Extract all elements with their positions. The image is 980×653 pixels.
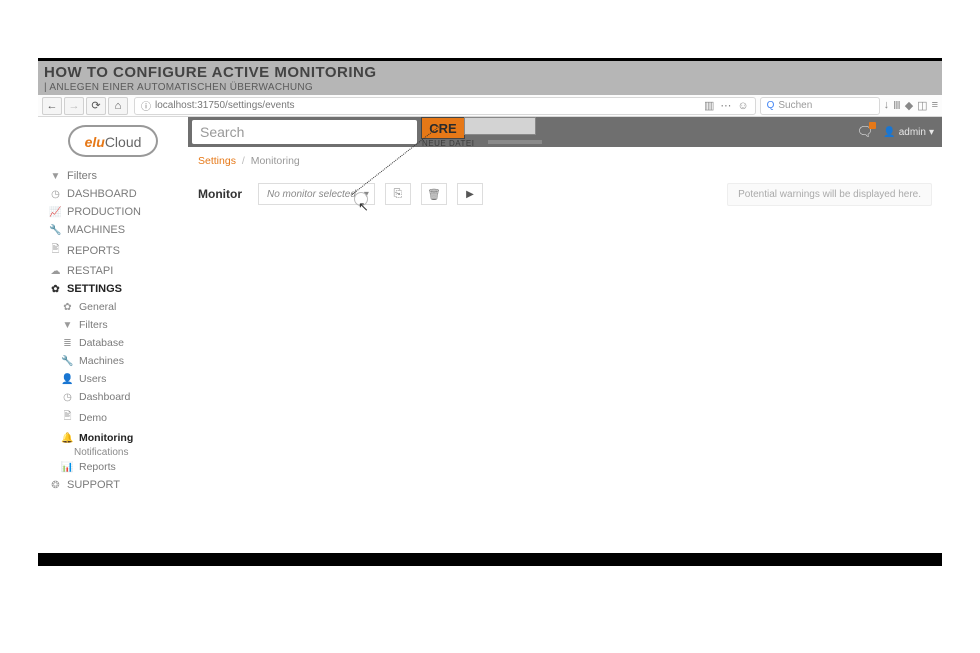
tutorial-banner: HOW TO CONFIGURE ACTIVE MONITORING | ANL… [38,61,942,95]
app-header: Search CRE NEUE DATEI 🗨 👤 admin ▾ [188,117,942,147]
notification-icon[interactable]: 🗨 [857,124,874,140]
forward-button[interactable]: → [64,97,84,115]
chevron-down-icon: ▾ [929,127,934,138]
shield-icon[interactable]: ▥ [704,99,714,112]
secondary-tab[interactable] [464,117,536,135]
sidebar-item-restapi[interactable]: ☁RESTAPI [38,262,188,280]
user-name: admin [899,127,926,138]
sidebar-item-production[interactable]: 📈PRODUCTION [38,203,188,221]
trash-icon: 🗑 [427,188,441,201]
sidebar-sub-general[interactable]: ✿General [38,298,188,316]
browser-toolbar: ← → ⟳ ⌂ ⓘ localhost:31750/settings/event… [38,95,942,117]
sidebar-item-support[interactable]: ❂SUPPORT [38,476,188,494]
chart-icon: 📊 [62,462,73,473]
ext-icon-3[interactable]: ◆ [905,99,913,112]
ext-icon-1[interactable]: ↓ [884,99,890,112]
sidebar-item-filters[interactable]: ▼Filters [38,167,188,185]
main-panel: Search CRE NEUE DATEI 🗨 👤 admin ▾ [188,117,942,549]
banner-title: HOW TO CONFIGURE ACTIVE MONITORING [44,64,936,81]
cloud-icon: ☁ [50,266,61,277]
sidebar-sub-machines[interactable]: 🔧Machines [38,352,188,370]
user-icon: 👤 [883,127,895,138]
sidebar-sub-users[interactable]: 👤Users [38,370,188,388]
sidebar-item-dashboard[interactable]: ◷DASHBOARD [38,185,188,203]
wrench-icon: 🔧 [50,225,61,236]
doc-icon: 🖹 [62,409,73,426]
funnel-icon: ▼ [62,320,73,331]
sidebar: eluCloud ▼Filters ◷DASHBOARD 📈PRODUCTION… [38,117,188,549]
app-search-input[interactable]: Search [192,120,417,144]
user-menu[interactable]: 👤 admin ▾ [883,127,934,138]
database-icon: ≣ [62,338,73,349]
add-icon: ⎘ [394,188,403,201]
home-button[interactable]: ⌂ [108,97,128,115]
annotation-ring [354,192,368,206]
play-icon: ▶ [466,189,474,200]
sidebar-item-settings[interactable]: ✿SETTINGS [38,280,188,298]
sidebar-sub-dashboard[interactable]: ◷Dashboard [38,388,188,406]
sidebar-sub-filters[interactable]: ▼Filters [38,316,188,334]
logo-part2: Cloud [105,134,142,150]
doc-icon: 🖹 [50,242,61,259]
gauge-icon: ◷ [62,392,73,403]
sidebar-toggle-icon[interactable]: ◫ [917,99,927,112]
reader-icon[interactable]: ☺ [737,100,748,112]
wrench-icon: 🔧 [62,356,73,367]
sidebar-sub-database[interactable]: ≣Database [38,334,188,352]
warnings-placeholder: Potential warnings will be displayed her… [727,183,932,206]
breadcrumb: Settings / Monitoring [188,147,942,175]
browser-search[interactable]: Q Suchen [760,97,880,115]
breadcrumb-current: Monitoring [251,155,300,167]
sidebar-sub-demo[interactable]: 🖹Demo [38,406,188,429]
monitor-add-button[interactable]: ⎘ [385,183,411,205]
monitor-label: Monitor [198,183,248,201]
user-icon: 👤 [62,374,73,385]
lifebuoy-icon: ❂ [50,480,61,491]
sidebar-item-machines[interactable]: 🔧MACHINES [38,221,188,239]
logo-part1: elu [85,134,105,150]
bell-icon: 🔔 [62,433,73,444]
reload-button[interactable]: ⟳ [86,97,106,115]
breadcrumb-sep: / [242,155,245,167]
monitor-run-button[interactable]: ▶ [457,183,483,205]
tab-accent [488,140,542,144]
sidebar-sub-notifications[interactable]: Notifications [38,447,188,458]
sidebar-sub-monitoring[interactable]: 🔔Monitoring [38,429,188,447]
back-button[interactable]: ← [42,97,62,115]
monitor-toolbar: Monitor No monitor selected ⎘ 🗑 ▶ Potent… [188,175,942,214]
browser-extensions: ↓ Ⅲ ◆ ◫ ≡ [884,99,938,112]
ext-icon-2[interactable]: Ⅲ [893,99,901,112]
gear-icon: ✿ [50,284,61,295]
funnel-icon: ▼ [50,171,61,182]
browser-search-placeholder: Suchen [778,100,812,111]
chart-icon: 📈 [50,207,61,218]
banner-subtitle: | ANLEGEN EINER AUTOMATISCHEN ÜBERWACHUN… [44,82,936,93]
gauge-icon: ◷ [50,189,61,200]
search-icon: Q [767,100,775,111]
gear-icon: ✿ [62,302,73,313]
tab-sublabel: NEUE DATEI [422,139,474,148]
url-text: localhost:31750/settings/events [155,100,295,111]
breadcrumb-root[interactable]: Settings [198,155,236,167]
more-icon[interactable]: ⋯ [720,99,731,112]
logo: eluCloud [38,121,188,167]
menu-icon[interactable]: ≡ [932,99,938,112]
info-icon: ⓘ [141,98,151,113]
app-search-placeholder: Search [200,124,244,140]
monitor-delete-button[interactable]: 🗑 [421,183,447,205]
sidebar-item-reports[interactable]: 🖹REPORTS [38,239,188,262]
url-bar[interactable]: ⓘ localhost:31750/settings/events ▥ ⋯ ☺ [134,97,756,115]
sidebar-sub-reports[interactable]: 📊Reports [38,458,188,476]
